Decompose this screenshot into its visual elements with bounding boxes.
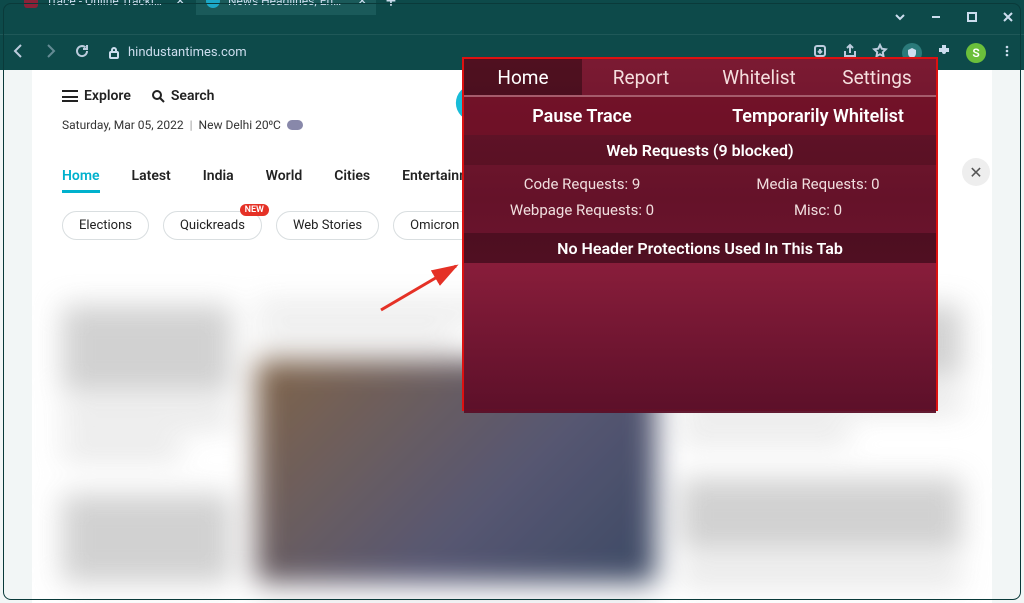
nav-world[interactable]: World — [266, 168, 303, 193]
location-weather: New Delhi 20⁰C — [199, 118, 281, 132]
minimize-icon[interactable] — [928, 9, 944, 25]
dialog-close-button[interactable]: ✕ — [962, 158, 990, 186]
forward-icon[interactable] — [42, 42, 60, 64]
lock-icon — [108, 47, 120, 59]
url-text: hindustantimes.com — [128, 45, 247, 60]
pause-trace-button[interactable]: Pause Trace — [464, 97, 700, 135]
stat-code: Code Requests: 9 — [464, 171, 700, 197]
web-requests-title: Web Requests (9 blocked) — [464, 135, 936, 165]
extensions-icon[interactable] — [936, 43, 952, 63]
tab-title: News Headlines, English News, T — [228, 0, 347, 8]
stat-misc: Misc: 0 — [700, 197, 936, 223]
nav-india[interactable]: India — [203, 168, 234, 193]
search-icon — [151, 89, 165, 103]
new-badge: NEW — [240, 204, 269, 216]
nav-latest[interactable]: Latest — [132, 168, 171, 193]
browser-tab[interactable]: Trace - Online Tracking Protection × — [14, 0, 194, 15]
favicon-icon — [206, 0, 220, 8]
pill-quickreads[interactable]: QuickreadsNEW — [163, 211, 262, 240]
ext-tab-home[interactable]: Home — [464, 59, 582, 95]
ext-stats: Code Requests: 9 Media Requests: 0 Webpa… — [464, 165, 936, 233]
nav-cities[interactable]: Cities — [334, 168, 370, 193]
pill-elections[interactable]: Elections — [62, 211, 149, 240]
explore-button[interactable]: Explore — [62, 88, 131, 104]
window-titlebar: Trace - Online Tracking Protection × New… — [0, 0, 1024, 34]
explore-label: Explore — [84, 88, 131, 104]
annotation-arrow — [376, 260, 466, 324]
search-button[interactable]: Search — [151, 88, 215, 104]
url-field[interactable]: hindustantimes.com — [108, 45, 247, 60]
date-text: Saturday, Mar 05, 2022 — [62, 118, 184, 132]
close-window-icon[interactable] — [1000, 9, 1016, 25]
stat-media: Media Requests: 0 — [700, 171, 936, 197]
ext-tab-report[interactable]: Report — [582, 59, 700, 95]
hamburger-icon — [62, 90, 78, 102]
pill-webstories[interactable]: Web Stories — [276, 211, 379, 240]
temp-whitelist-button[interactable]: Temporarily Whitelist — [700, 97, 936, 135]
cloud-icon — [287, 120, 303, 130]
maximize-icon[interactable] — [964, 9, 980, 25]
search-label: Search — [171, 88, 215, 104]
nav-home[interactable]: Home — [62, 168, 100, 193]
reload-icon[interactable] — [74, 43, 90, 63]
new-tab-button[interactable]: + — [378, 0, 404, 15]
trace-extension-popup: Home Report Whitelist Settings Pause Tra… — [462, 57, 938, 411]
header-protections-note: No Header Protections Used In This Tab — [464, 233, 936, 263]
ext-tab-whitelist[interactable]: Whitelist — [700, 59, 818, 95]
close-icon[interactable]: × — [177, 0, 184, 9]
ext-tabs: Home Report Whitelist Settings — [464, 59, 936, 97]
ext-body — [464, 263, 936, 413]
back-icon[interactable] — [10, 42, 28, 64]
profile-avatar[interactable]: S — [966, 43, 986, 63]
chevron-down-icon[interactable] — [892, 9, 908, 25]
favicon-icon — [24, 0, 38, 8]
stat-webpage: Webpage Requests: 0 — [464, 197, 700, 223]
ext-tab-settings[interactable]: Settings — [818, 59, 936, 95]
menu-icon[interactable] — [1000, 43, 1014, 62]
browser-tab[interactable]: News Headlines, English News, T × — [196, 0, 376, 15]
close-icon[interactable]: × — [359, 0, 366, 9]
tab-title: Trace - Online Tracking Protection — [46, 0, 165, 8]
